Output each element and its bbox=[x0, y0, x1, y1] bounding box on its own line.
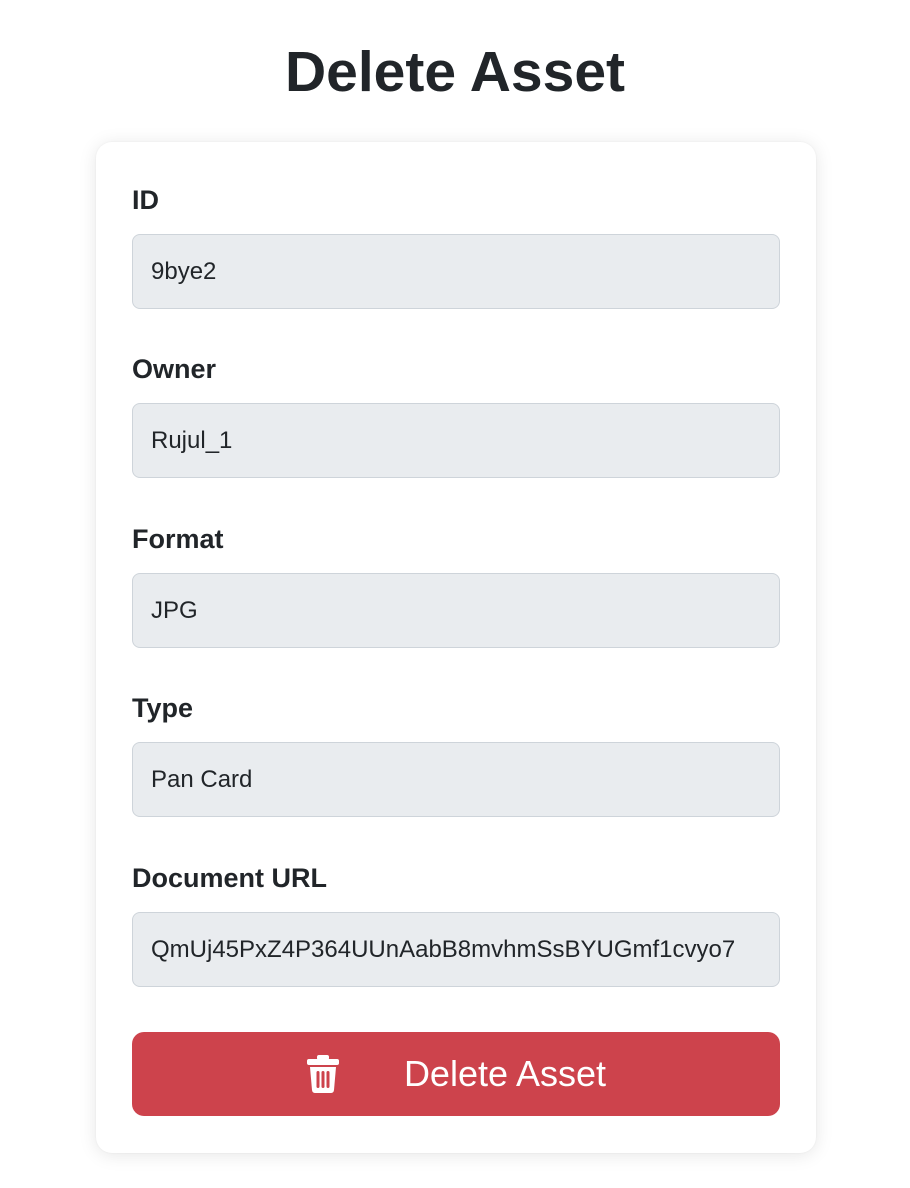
delete-asset-card: ID Owner Format Type Document URL Delete… bbox=[96, 142, 816, 1153]
format-field-group: Format bbox=[132, 523, 780, 648]
owner-field[interactable] bbox=[132, 403, 780, 478]
type-field-group: Type bbox=[132, 692, 780, 817]
id-field-group: ID bbox=[132, 184, 780, 309]
type-field[interactable] bbox=[132, 742, 780, 817]
document-url-field-group: Document URL bbox=[132, 862, 780, 987]
document-url-field[interactable] bbox=[132, 912, 780, 987]
delete-asset-button-label: Delete Asset bbox=[403, 1053, 607, 1094]
id-label: ID bbox=[132, 185, 159, 215]
trash-icon bbox=[306, 1054, 340, 1094]
delete-asset-button[interactable]: Delete Asset bbox=[132, 1032, 780, 1116]
type-label: Type bbox=[132, 693, 194, 723]
format-field[interactable] bbox=[132, 573, 780, 648]
document-url-label: Document URL bbox=[132, 863, 327, 893]
owner-field-group: Owner bbox=[132, 353, 780, 478]
id-field[interactable] bbox=[132, 234, 780, 309]
page-title: Delete Asset bbox=[284, 40, 626, 104]
owner-label: Owner bbox=[132, 354, 217, 384]
format-label: Format bbox=[132, 524, 224, 554]
